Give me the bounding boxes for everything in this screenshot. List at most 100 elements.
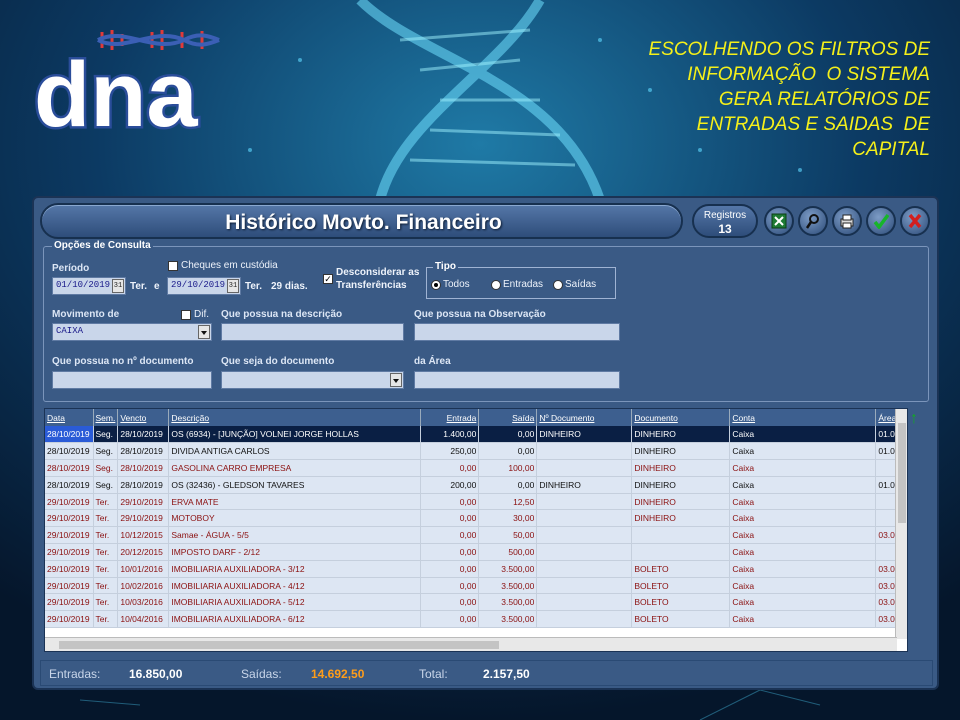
cell-sem: Ter. [93, 577, 119, 595]
cell-entrada: 0,00 [420, 560, 480, 578]
col-saida[interactable]: Saída [478, 409, 538, 426]
promo-line: GERA RELATÓRIOS DE [718, 89, 930, 110]
excel-button[interactable] [764, 206, 794, 236]
table-row[interactable]: 29/10/2019 Ter. 20/12/2015 IMPOSTO DARF - 2… [45, 543, 901, 561]
cell-entrada: 0,00 [420, 610, 480, 629]
cell-ndoc [536, 442, 633, 461]
cell-entrada: 200,00 [420, 476, 480, 494]
table-row[interactable]: 29/10/2019 Ter. 10/01/2016 IMOBILIARIA AUXI… [45, 560, 901, 578]
vertical-scrollbar[interactable] [895, 409, 907, 639]
chevron-down-icon[interactable] [390, 373, 402, 387]
search-button[interactable] [798, 206, 828, 236]
vertical-scroll-thumb[interactable] [898, 423, 906, 523]
documento-num-input[interactable] [52, 371, 212, 389]
cell-saida: 3.500,00 [478, 577, 538, 595]
registros-label: Registros [703, 210, 747, 221]
cell-vencto: 10/03/2016 [117, 593, 170, 612]
table-row[interactable]: 29/10/2019 Ter. 10/04/2016 IMOBILIARIA AUXI… [45, 610, 901, 629]
cheques-checkbox[interactable] [168, 261, 178, 271]
cell-conta: Caixa [729, 476, 877, 494]
table-row[interactable]: 29/10/2019 Ter. 29/10/2019 MOTOBOY 0,00 30,00… [45, 509, 901, 528]
cell-data: 29/10/2019 [45, 560, 94, 578]
dif-label: Dif. [194, 309, 209, 320]
tipo-saidas-radio[interactable] [553, 280, 563, 290]
cell-conta: Caixa [729, 442, 877, 461]
cell-data: 29/10/2019 [45, 543, 94, 561]
tipo-todos-radio[interactable] [431, 280, 441, 290]
table-row[interactable]: 29/10/2019 Ter. 10/02/2016 IMOBILIARIA AUXI… [45, 577, 901, 595]
print-button[interactable] [832, 206, 862, 236]
area-input[interactable] [414, 371, 620, 389]
table-row[interactable]: 29/10/2019 Ter. 29/10/2019 ERVA MATE 0,00 12,… [45, 493, 901, 511]
cell-desc: MOTOBOY [168, 509, 422, 528]
cell-ndoc [536, 459, 633, 477]
table-row[interactable]: 29/10/2019 Ter. 10/12/2015 Samae - ÁGUA - 5… [45, 526, 901, 545]
print-icon [840, 214, 854, 229]
col-documento[interactable]: Documento [631, 409, 731, 426]
col-descricao[interactable]: Descrição [168, 409, 422, 426]
cell-sem: Ter. [93, 593, 119, 612]
totals-footer: Entradas: 16.850,00 Saídas: 14.692,50 To… [40, 660, 933, 686]
cell-doc: BOLETO [631, 610, 731, 629]
cell-desc: ERVA MATE [168, 493, 422, 511]
tipo-entradas-radio[interactable] [491, 280, 501, 290]
cell-ndoc [536, 560, 633, 578]
cell-desc: OS (6934) - [JUNÇÃO] VOLNEI JORGE HOLLAS [168, 426, 422, 444]
cell-doc [631, 543, 731, 561]
arrow-up-icon[interactable]: ↑ [910, 410, 918, 428]
descricao-input[interactable] [221, 323, 404, 341]
cell-conta: Caixa [729, 509, 877, 528]
table-row[interactable]: 29/10/2019 Ter. 10/03/2016 IMOBILIARIA AUXI… [45, 593, 901, 612]
tipo-group: Tipo Todos Entradas Saídas [426, 261, 616, 299]
calendar-icon[interactable]: 31 [112, 279, 124, 293]
date-from-field[interactable]: 01/10/2019 31 [52, 277, 126, 295]
cell-sem: Ter. [93, 526, 119, 545]
horizontal-scrollbar[interactable] [45, 637, 897, 651]
cell-vencto: 10/12/2015 [117, 526, 170, 545]
horizontal-scroll-thumb[interactable] [59, 641, 499, 649]
calendar-icon[interactable]: 31 [227, 279, 239, 293]
chevron-down-icon[interactable] [198, 325, 210, 339]
cell-doc: DINHEIRO [631, 442, 731, 461]
cell-desc: IMOBILIARIA AUXILIADORA - 4/12 [168, 577, 422, 595]
tipo-todos-label: Todos [443, 279, 470, 290]
col-data[interactable]: Data [45, 409, 94, 426]
col-vencto[interactable]: Vencto [117, 409, 170, 426]
table-row[interactable]: 28/10/2019 Seg. 28/10/2019 OS (6934) - [JUN… [45, 426, 901, 444]
confirm-button[interactable] [866, 206, 896, 236]
table-row[interactable]: 28/10/2019 Seg. 28/10/2019 GASOLINA CARRO E… [45, 459, 901, 477]
cell-desc: GASOLINA CARRO EMPRESA [168, 459, 422, 477]
cell-conta: Caixa [729, 526, 877, 545]
observacao-input[interactable] [414, 323, 620, 341]
tipo-saidas-label: Saídas [565, 279, 597, 290]
cell-entrada: 0,00 [420, 509, 480, 528]
col-ndocumento[interactable]: Nº Documento [536, 409, 633, 426]
table-row[interactable]: 28/10/2019 Seg. 28/10/2019 OS (32436) - GLE… [45, 476, 901, 494]
cell-vencto: 28/10/2019 [117, 426, 170, 444]
desconsiderar-checkbox[interactable]: ✓ [323, 274, 333, 284]
movimento-value: CAIXA [56, 326, 84, 336]
col-conta[interactable]: Conta [729, 409, 877, 426]
search-icon [805, 214, 819, 229]
cell-saida: 0,00 [478, 442, 538, 461]
col-entrada[interactable]: Entrada [420, 409, 480, 426]
total-label: Total: [419, 667, 448, 681]
desconsiderar-label-1: Desconsiderar as [336, 267, 420, 278]
cell-vencto: 20/12/2015 [117, 543, 170, 561]
date-to-field[interactable]: 29/10/2019 31 [167, 277, 241, 295]
cell-sem: Ter. [93, 493, 119, 511]
table-row[interactable]: 28/10/2019 Seg. 28/10/2019 DIVIDA ANTIGA CA… [45, 442, 901, 461]
movimento-label: Movimento de [52, 309, 120, 320]
cell-desc: IMOBILIARIA AUXILIADORA - 6/12 [168, 610, 422, 629]
cell-doc: DINHEIRO [631, 493, 731, 511]
dif-checkbox[interactable] [181, 310, 191, 320]
cell-saida: 0,00 [478, 476, 538, 494]
options-legend: Opções de Consulta [52, 240, 153, 251]
cell-ndoc [536, 543, 633, 561]
cell-data: 29/10/2019 [45, 577, 94, 595]
close-button[interactable] [900, 206, 930, 236]
documento-tipo-select[interactable] [221, 371, 404, 389]
movimento-select[interactable]: CAIXA [52, 323, 212, 341]
cell-sem: Seg. [93, 476, 119, 494]
col-sem[interactable]: Sem. [93, 409, 119, 426]
